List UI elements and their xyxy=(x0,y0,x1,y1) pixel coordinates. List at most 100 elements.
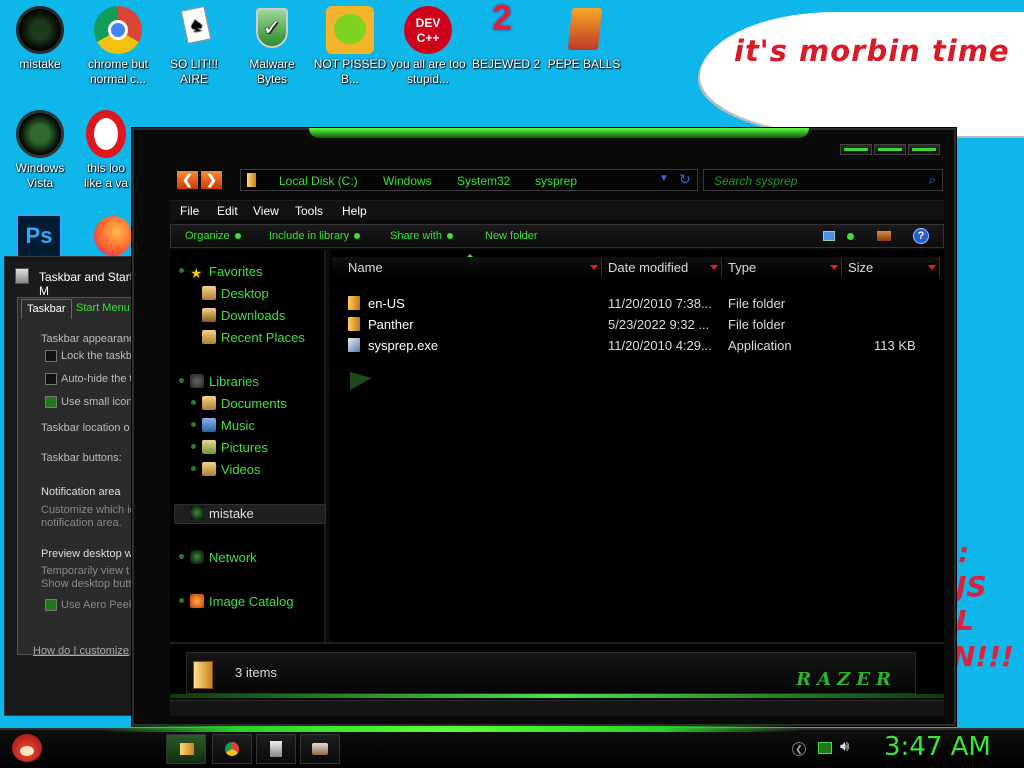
scrawl-text: N!!! xyxy=(952,640,1014,673)
include-library-button[interactable]: Include in library xyxy=(269,230,361,242)
desktop-icon-bejeweled[interactable]: 2 BEJEWED 2 xyxy=(468,0,544,72)
search-input[interactable]: Search sysprep ⌕ xyxy=(703,169,943,191)
help-icon[interactable]: ? xyxy=(913,228,929,244)
search-icon[interactable]: ⌕ xyxy=(929,172,936,188)
column-header-date[interactable]: Date modified xyxy=(604,257,722,277)
preview-pane-icon[interactable] xyxy=(877,231,891,241)
dropdown-dot-icon xyxy=(234,233,241,240)
photoshop-icon[interactable]: Ps xyxy=(16,214,62,258)
notification-text: Customize which ic xyxy=(41,504,136,516)
nav-downloads[interactable]: Downloads xyxy=(202,308,285,323)
nav-recent-places[interactable]: Recent Places xyxy=(202,330,305,345)
refresh-icon[interactable]: ↻ xyxy=(679,171,691,188)
shield-icon: ✓ xyxy=(248,6,296,54)
dropdown-icon[interactable]: ▼ xyxy=(659,173,669,184)
aero-peek-checkbox[interactable] xyxy=(45,599,57,611)
file-row-en-us[interactable]: en-US 11/20/2010 7:38... File folder xyxy=(340,294,940,314)
file-row-panther[interactable]: Panther 5/23/2022 9:32 ... File folder xyxy=(340,315,940,335)
command-bar: Organize Include in library Share with N… xyxy=(170,224,944,248)
menu-tools[interactable]: Tools xyxy=(295,204,323,218)
clock[interactable]: 3:47 AM xyxy=(884,732,991,762)
autohide-checkbox[interactable] xyxy=(45,373,57,385)
view-dropdown-icon[interactable] xyxy=(847,233,854,240)
nav-network[interactable]: Network xyxy=(179,550,257,565)
taskbar-explorer-button[interactable] xyxy=(166,734,206,764)
share-with-button[interactable]: Share with xyxy=(390,230,453,242)
desktop-icon-vista[interactable]: Windows Vista xyxy=(2,110,78,191)
network-icon xyxy=(190,550,204,564)
minimize-button[interactable] xyxy=(840,144,872,155)
nav-documents[interactable]: Documents xyxy=(191,396,287,411)
back-button[interactable]: ❮ xyxy=(176,170,199,190)
file-list: Name Date modified Type Size en-US 11/20… xyxy=(330,250,944,642)
pictures-icon xyxy=(202,440,216,454)
column-header-name[interactable]: Name xyxy=(332,257,602,277)
preview-text: Temporarily view t xyxy=(41,565,130,577)
taskbar-chrome-button[interactable] xyxy=(212,734,252,764)
taskbar xyxy=(0,728,1024,768)
notification-header: Notification area xyxy=(41,486,121,498)
razer-icon xyxy=(16,6,64,54)
cards-icon: ♠ xyxy=(170,5,218,54)
nav-homegroup[interactable]: mistake xyxy=(190,506,254,521)
music-icon xyxy=(202,418,216,432)
new-folder-button[interactable]: New folder xyxy=(485,230,538,242)
lock-checkbox[interactable] xyxy=(45,350,57,362)
taskbar-app-button[interactable] xyxy=(300,734,340,764)
desktop-icon-malwarebytes[interactable]: ✓ Malware Bytes xyxy=(234,6,310,87)
address-bar[interactable]: Local Disk (C:) Windows System32 sysprep… xyxy=(240,169,698,191)
breadcrumb-item[interactable]: System32 xyxy=(457,174,510,188)
nav-music[interactable]: Music xyxy=(191,418,255,433)
desktop-icon-devcpp[interactable]: DEV C++ you all are too stupid... xyxy=(390,6,466,87)
network-tray-icon[interactable] xyxy=(818,742,832,754)
file-row-sysprep[interactable]: sysprep.exe 11/20/2010 4:29... Applicati… xyxy=(340,336,940,356)
desktop-icon-chrome[interactable]: chrome but normal c... xyxy=(80,6,156,87)
small-icons-checkbox[interactable] xyxy=(45,396,57,408)
desktop-icon-opera[interactable]: this loo like a va xyxy=(78,110,134,191)
desktop-icon-solitaire[interactable]: ♠ SO LIT!!! AIRE xyxy=(156,5,232,87)
note-bubble xyxy=(700,12,1024,136)
sort-arrow-icon xyxy=(710,265,718,270)
tray-expand-icon[interactable]: ❮ xyxy=(792,742,806,756)
firefox-icon[interactable] xyxy=(94,216,132,256)
volume-icon[interactable]: 🔊︎ xyxy=(840,738,849,755)
column-header-type[interactable]: Type xyxy=(724,257,842,277)
nav-favorites[interactable]: ★ Favorites xyxy=(179,264,262,280)
column-header-size[interactable]: Size xyxy=(844,257,940,277)
nav-libraries[interactable]: Libraries xyxy=(179,374,259,389)
help-link[interactable]: How do I customize xyxy=(33,645,129,657)
taskbar-properties-button[interactable] xyxy=(256,734,296,764)
nav-desktop[interactable]: Desktop xyxy=(202,286,269,301)
breadcrumb-item[interactable]: Windows xyxy=(383,174,432,188)
tab-start-menu[interactable]: Start Menu xyxy=(71,299,135,319)
window-icon xyxy=(15,268,29,284)
nav-image-catalog[interactable]: Image Catalog xyxy=(179,594,294,609)
breadcrumb-item[interactable]: sysprep xyxy=(535,174,577,188)
menu-help[interactable]: Help xyxy=(342,204,367,218)
view-icon[interactable] xyxy=(823,231,835,241)
forward-button[interactable]: ❯ xyxy=(200,170,223,190)
breadcrumb-item[interactable]: Local Disk (C:) xyxy=(279,174,358,188)
menu-view[interactable]: View xyxy=(253,204,279,218)
section-label: Taskbar appearanc xyxy=(41,333,135,345)
chrome-icon xyxy=(225,742,239,756)
tab-taskbar[interactable]: Taskbar xyxy=(21,299,72,319)
close-button[interactable] xyxy=(908,144,940,155)
nav-pictures[interactable]: Pictures xyxy=(191,440,268,455)
folder-icon xyxy=(193,661,213,689)
menu-edit[interactable]: Edit xyxy=(217,204,238,218)
menu-file[interactable]: File xyxy=(180,204,199,218)
start-button[interactable] xyxy=(8,730,48,766)
desktop-icon-mistake[interactable]: mistake xyxy=(2,6,78,72)
nav-videos[interactable]: Videos xyxy=(191,462,261,477)
explorer-window[interactable]: ❮ ❯ Local Disk (C:) Windows System32 sys… xyxy=(132,128,956,726)
desktop-icon-pepe[interactable]: PEPE BALLS xyxy=(546,6,622,72)
organize-button[interactable]: Organize xyxy=(185,230,241,242)
maximize-button[interactable] xyxy=(874,144,906,155)
desktop-icon-pig[interactable]: NOT PISSED B... xyxy=(312,6,388,87)
status-glow xyxy=(170,694,944,698)
taskbar-properties-window[interactable]: Taskbar and Start M Taskbar Start Menu T… xyxy=(4,256,144,716)
autohide-label: Auto-hide the t xyxy=(61,373,133,385)
chrome-icon xyxy=(94,6,142,54)
sort-arrow-icon xyxy=(830,265,838,270)
